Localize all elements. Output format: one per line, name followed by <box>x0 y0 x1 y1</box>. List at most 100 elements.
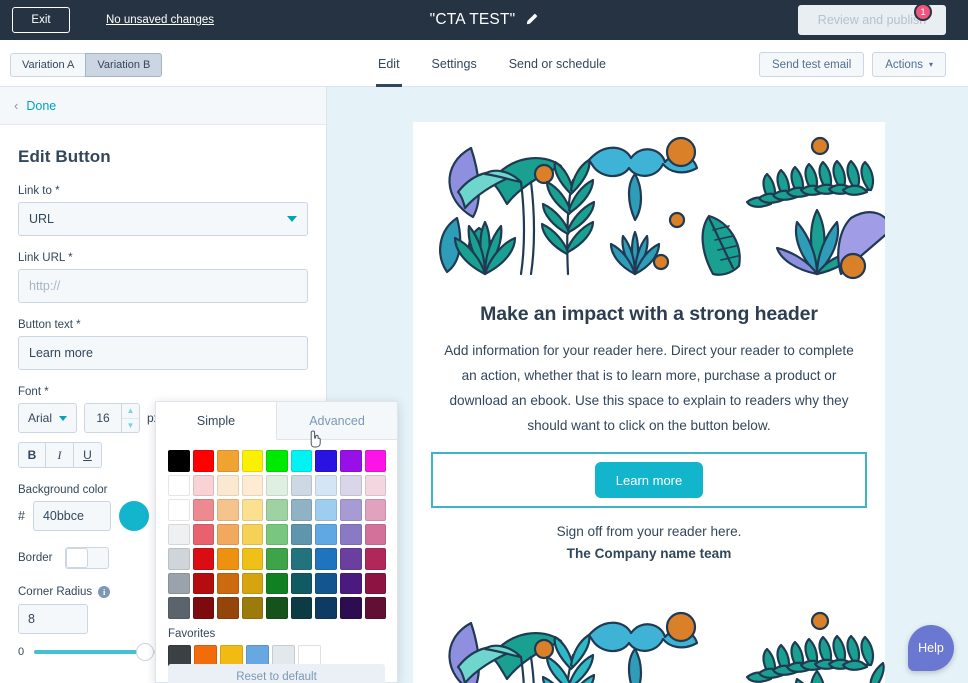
cta-learn-more-button[interactable]: Learn more <box>594 462 704 498</box>
color-swatch[interactable] <box>266 474 288 497</box>
color-swatch[interactable] <box>315 474 337 497</box>
border-toggle[interactable] <box>64 547 109 569</box>
background-color-swatch[interactable] <box>118 501 149 531</box>
tab-settings[interactable]: Settings <box>416 40 493 87</box>
unsaved-changes-status[interactable]: No unsaved changes <box>106 14 214 26</box>
color-swatch[interactable] <box>217 474 239 497</box>
color-swatch[interactable] <box>192 450 215 472</box>
color-swatch[interactable] <box>192 548 215 570</box>
reset-to-default-button[interactable]: Reset to default <box>168 664 385 683</box>
stepper-down-icon[interactable]: ▼ <box>122 419 139 433</box>
link-to-value: URL <box>29 212 55 226</box>
link-to-select[interactable]: URL <box>18 202 308 236</box>
color-swatch[interactable] <box>364 548 387 570</box>
color-swatch[interactable] <box>168 499 190 521</box>
color-swatch[interactable] <box>266 450 288 472</box>
color-swatch[interactable] <box>315 548 337 570</box>
help-button[interactable]: Help <box>908 625 954 671</box>
color-swatch[interactable] <box>266 523 288 546</box>
done-button[interactable]: Done <box>26 99 56 113</box>
underline-button[interactable]: U <box>74 442 102 468</box>
font-size-stepper[interactable]: 16 ▲ ▼ <box>84 403 141 433</box>
variation-a-tab[interactable]: Variation A <box>10 53 86 77</box>
color-swatch[interactable] <box>339 572 362 595</box>
bold-button[interactable]: B <box>18 442 46 468</box>
color-swatch[interactable] <box>290 523 313 546</box>
slider-handle[interactable] <box>135 643 154 661</box>
cta-module-selection[interactable]: Learn more <box>431 452 867 508</box>
stepper-arrows: ▲ ▼ <box>121 404 140 433</box>
color-swatch[interactable] <box>266 499 288 521</box>
color-swatch[interactable] <box>290 548 313 570</box>
color-swatch[interactable] <box>364 450 387 472</box>
stepper-up-icon[interactable]: ▲ <box>122 404 140 419</box>
font-family-select[interactable]: Arial <box>18 403 78 433</box>
color-swatch[interactable] <box>192 474 215 497</box>
color-swatch[interactable] <box>339 450 362 472</box>
color-swatch[interactable] <box>364 474 387 497</box>
color-swatch[interactable] <box>241 548 264 570</box>
pencil-icon[interactable] <box>524 13 538 27</box>
color-swatch[interactable] <box>315 572 337 595</box>
color-swatch[interactable] <box>290 450 313 472</box>
color-swatch[interactable] <box>217 548 239 570</box>
button-text-input[interactable]: Learn more <box>18 336 308 370</box>
color-swatch[interactable] <box>168 597 190 619</box>
review-and-publish-button[interactable]: Review and publish 1 <box>798 3 946 35</box>
color-swatch[interactable] <box>364 499 387 521</box>
color-swatch[interactable] <box>339 548 362 570</box>
color-swatch[interactable] <box>168 523 190 546</box>
color-swatch[interactable] <box>241 597 264 619</box>
tab-simple[interactable]: Simple <box>156 402 277 440</box>
color-swatch[interactable] <box>192 523 215 546</box>
color-swatch[interactable] <box>168 474 190 497</box>
color-swatch[interactable] <box>241 499 264 521</box>
color-swatch[interactable] <box>315 450 337 472</box>
color-swatch[interactable] <box>364 523 387 546</box>
color-swatch[interactable] <box>217 572 239 595</box>
link-url-input[interactable]: http:// <box>18 269 308 303</box>
color-swatch[interactable] <box>364 597 387 619</box>
chevron-left-icon[interactable]: ‹ <box>14 98 18 113</box>
color-swatch[interactable] <box>217 597 239 619</box>
color-swatch[interactable] <box>192 499 215 521</box>
color-swatch[interactable] <box>315 523 337 546</box>
background-hex-input[interactable]: 40bbce <box>32 501 111 531</box>
variation-b-tab[interactable]: Variation B <box>85 53 163 77</box>
color-swatch[interactable] <box>241 450 264 472</box>
color-swatch[interactable] <box>290 474 313 497</box>
color-swatch[interactable] <box>192 572 215 595</box>
color-swatch[interactable] <box>339 597 362 619</box>
corner-radius-input[interactable]: 8 <box>18 604 88 634</box>
tab-advanced[interactable]: Advanced <box>277 402 397 440</box>
color-swatch[interactable] <box>266 548 288 570</box>
info-icon[interactable]: i <box>98 586 111 598</box>
exit-button[interactable]: Exit <box>12 7 70 33</box>
color-swatch[interactable] <box>241 474 264 497</box>
tab-send-or-schedule[interactable]: Send or schedule <box>493 40 622 87</box>
color-swatch[interactable] <box>266 572 288 595</box>
tab-edit[interactable]: Edit <box>362 40 416 87</box>
actions-dropdown-button[interactable]: Actions ▾ <box>872 52 946 77</box>
color-swatch[interactable] <box>290 597 313 619</box>
color-swatch[interactable] <box>168 548 190 570</box>
color-swatch[interactable] <box>168 450 190 472</box>
color-swatch[interactable] <box>290 499 313 521</box>
color-swatch[interactable] <box>339 523 362 546</box>
color-swatch[interactable] <box>168 572 190 595</box>
color-swatch[interactable] <box>339 474 362 497</box>
color-swatch[interactable] <box>364 572 387 595</box>
color-swatch[interactable] <box>241 523 264 546</box>
send-test-email-button[interactable]: Send test email <box>759 52 865 77</box>
color-swatch[interactable] <box>192 597 215 619</box>
color-swatch[interactable] <box>241 572 264 595</box>
italic-button[interactable]: I <box>46 442 74 468</box>
color-swatch[interactable] <box>217 499 239 521</box>
color-swatch[interactable] <box>339 499 362 521</box>
color-swatch[interactable] <box>290 572 313 595</box>
color-swatch[interactable] <box>266 597 288 619</box>
color-swatch[interactable] <box>217 450 239 472</box>
color-swatch[interactable] <box>217 523 239 546</box>
color-swatch[interactable] <box>315 499 337 521</box>
color-swatch[interactable] <box>315 597 337 619</box>
